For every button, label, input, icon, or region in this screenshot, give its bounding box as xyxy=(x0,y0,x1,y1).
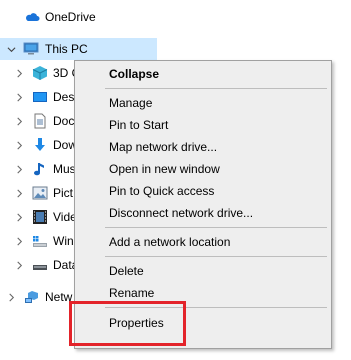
menu-item-label: Disconnect network drive... xyxy=(109,206,254,220)
tree-item-downloads[interactable]: Dow xyxy=(0,134,77,156)
context-menu: Collapse Manage Pin to Start Map network… xyxy=(74,60,332,349)
chevron-right-icon[interactable] xyxy=(6,292,16,302)
desktop-icon xyxy=(32,89,48,105)
menu-item-open-in-new-window[interactable]: Open in new window xyxy=(77,158,329,180)
chevron-down-icon[interactable] xyxy=(6,44,16,54)
chevron-right-icon[interactable] xyxy=(14,260,24,270)
tree-item-data-drive[interactable]: Data xyxy=(0,254,78,276)
tree-item-music[interactable]: Mus xyxy=(0,158,76,180)
tree-item-onedrive[interactable]: OneDrive xyxy=(0,6,157,28)
menu-item-label: Open in new window xyxy=(109,162,220,176)
tree-item-documents[interactable]: Doc xyxy=(0,110,75,132)
menu-item-label: Properties xyxy=(109,316,164,330)
menu-item-manage[interactable]: Manage xyxy=(77,92,329,114)
menu-item-label: Pin to Quick access xyxy=(109,184,215,198)
tree-item-label: Mus xyxy=(53,162,76,176)
menu-item-delete[interactable]: Delete xyxy=(77,260,329,282)
menu-item-label: Add a network location xyxy=(109,235,231,249)
tree-item-label: Win xyxy=(53,234,74,248)
menu-item-add-network-location[interactable]: Add a network location xyxy=(77,231,329,253)
3d-objects-icon xyxy=(32,65,48,81)
menu-separator xyxy=(105,88,327,89)
chevron-right-icon[interactable] xyxy=(14,188,24,198)
tree-item-videos[interactable]: Vide xyxy=(0,206,77,228)
windows-drive-icon xyxy=(32,233,48,249)
music-icon xyxy=(32,161,48,177)
tree-item-label: This PC xyxy=(45,42,88,56)
tree-item-3d-objects[interactable]: 3D O xyxy=(0,62,81,84)
tree-item-network[interactable]: Netw xyxy=(0,286,75,308)
chevron-right-icon[interactable] xyxy=(14,164,24,174)
tree-item-windows-drive[interactable]: Win xyxy=(0,230,75,252)
chevron-right-icon[interactable] xyxy=(14,212,24,222)
videos-icon xyxy=(32,209,48,225)
pictures-icon xyxy=(32,185,48,201)
menu-item-label: Rename xyxy=(109,286,155,300)
menu-item-collapse[interactable]: Collapse xyxy=(77,63,329,85)
tree-item-label: Doc xyxy=(53,114,75,128)
menu-item-rename[interactable]: Rename xyxy=(77,282,329,304)
chevron-right-icon[interactable] xyxy=(14,68,24,78)
chevron-right-icon[interactable] xyxy=(14,116,24,126)
menu-item-label: Delete xyxy=(109,264,144,278)
menu-item-label: Pin to Start xyxy=(109,118,169,132)
menu-item-pin-to-start[interactable]: Pin to Start xyxy=(77,114,329,136)
tree-item-label: Pict xyxy=(53,186,74,200)
menu-separator xyxy=(105,307,327,308)
menu-item-label: Manage xyxy=(109,96,153,110)
chevron-right-icon[interactable] xyxy=(14,92,24,102)
downloads-icon xyxy=(32,137,48,153)
tree-item-label: Netw xyxy=(45,290,73,304)
menu-item-label: Collapse xyxy=(109,67,160,81)
menu-item-map-network-drive[interactable]: Map network drive... xyxy=(77,136,329,158)
data-drive-icon xyxy=(32,257,48,273)
network-icon xyxy=(24,289,40,305)
computer-icon xyxy=(23,41,39,57)
menu-item-pin-to-quick-access[interactable]: Pin to Quick access xyxy=(77,180,329,202)
documents-icon xyxy=(32,113,48,129)
onedrive-cloud-icon xyxy=(24,9,40,25)
tree-item-label: Des xyxy=(53,90,75,104)
tree-item-this-pc[interactable]: This PC xyxy=(0,38,157,60)
menu-item-disconnect-network-drive[interactable]: Disconnect network drive... xyxy=(77,202,329,224)
tree-item-pictures[interactable]: Pict xyxy=(0,182,75,204)
chevron-right-icon[interactable] xyxy=(14,236,24,246)
menu-item-properties[interactable]: Properties xyxy=(77,312,329,334)
tree-item-label: OneDrive xyxy=(45,10,96,24)
menu-separator xyxy=(105,256,327,257)
menu-separator xyxy=(105,227,327,228)
tree-item-desktop[interactable]: Des xyxy=(0,86,75,108)
menu-item-label: Map network drive... xyxy=(109,140,218,154)
chevron-right-icon[interactable] xyxy=(14,140,24,150)
